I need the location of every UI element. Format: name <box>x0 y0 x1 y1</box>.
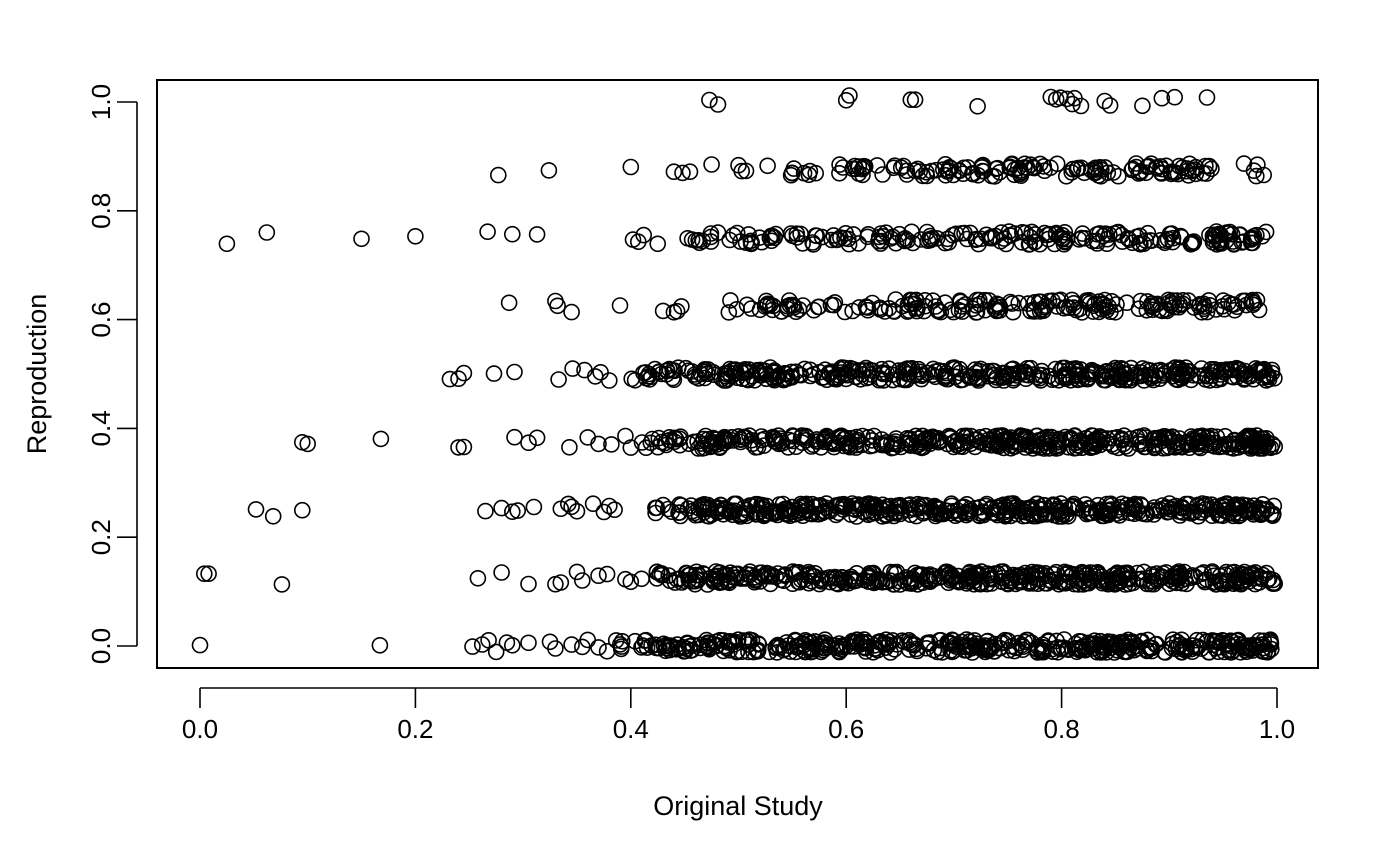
data-point <box>841 87 858 104</box>
data-point <box>629 233 647 250</box>
data-point <box>552 574 570 591</box>
data-point <box>503 636 521 654</box>
data-point <box>633 570 650 588</box>
x-tick-label: 0.4 <box>613 714 649 744</box>
data-point <box>563 303 580 321</box>
data-point <box>506 363 523 381</box>
data-point <box>703 156 720 173</box>
x-tick-label: 0.2 <box>397 714 433 744</box>
x-tick-label: 1.0 <box>1259 714 1295 744</box>
data-point <box>540 162 558 179</box>
data-point <box>568 563 586 581</box>
data-point <box>600 372 618 389</box>
data-point <box>247 501 265 518</box>
data-point <box>622 158 640 176</box>
data-point <box>606 501 623 519</box>
data-point <box>371 636 389 654</box>
data-point <box>299 435 317 453</box>
data-point <box>520 634 537 652</box>
y-tick-label: 0.4 <box>86 410 116 446</box>
y-tick-label: 0.6 <box>86 302 116 338</box>
data-point <box>525 498 543 516</box>
data-point <box>701 91 718 109</box>
data-point <box>969 98 986 115</box>
data-point <box>573 572 591 589</box>
x-ticks: 0.0 0.2 0.4 0.6 0.8 1.0 <box>182 688 1295 744</box>
data-point <box>617 427 634 445</box>
data-point <box>372 430 390 448</box>
data-point <box>479 223 496 240</box>
x-tick-label: 0.8 <box>1044 714 1080 744</box>
y-tick-label: 0.2 <box>86 519 116 555</box>
data-point <box>493 499 510 517</box>
data-point <box>876 303 894 320</box>
data-point <box>218 235 236 253</box>
data-point <box>520 575 537 593</box>
data-point <box>506 428 523 446</box>
data-point <box>649 235 667 253</box>
data-point <box>493 564 510 581</box>
data-point <box>584 495 602 513</box>
data-point <box>441 370 459 388</box>
data-point <box>489 166 507 184</box>
data-point <box>590 639 607 656</box>
data-point <box>550 371 567 388</box>
data-point <box>611 297 629 314</box>
data-point <box>579 429 597 446</box>
y-tick-label: 0.0 <box>86 628 116 664</box>
data-point <box>563 636 580 653</box>
data-point <box>485 365 503 382</box>
y-tick-label: 0.8 <box>86 193 116 229</box>
data-point <box>477 502 494 520</box>
y-ticks: 0.0 0.2 0.4 0.6 0.8 1.0 <box>86 84 137 664</box>
data-point <box>264 507 282 525</box>
data-point <box>273 576 291 593</box>
y-tick-label: 1.0 <box>86 84 116 120</box>
data-point <box>1198 89 1216 106</box>
y-axis-title: Reproduction <box>22 294 52 455</box>
data-point <box>709 96 727 113</box>
data-point <box>520 434 537 452</box>
x-tick-label: 0.6 <box>828 714 864 744</box>
data-point <box>353 230 370 248</box>
data-point <box>837 92 855 109</box>
data-point <box>885 302 903 320</box>
x-axis-title: Original Study <box>653 791 823 821</box>
data-point <box>759 157 776 175</box>
data-point <box>598 565 616 583</box>
data-point <box>622 573 640 591</box>
data-point <box>528 429 546 447</box>
data-point <box>464 638 481 655</box>
data-point <box>561 438 578 456</box>
data-point <box>528 226 546 243</box>
data-point <box>549 297 566 315</box>
data-point <box>469 569 487 587</box>
scatter-chart: 0.0 0.2 0.4 0.6 0.8 1.0 0.0 0.2 0.4 0.6 0.8 1.0 Or… <box>22 79 1319 821</box>
data-point <box>1110 167 1127 185</box>
data-point <box>1118 294 1136 312</box>
data-point <box>293 501 311 519</box>
data-point <box>191 636 209 654</box>
data-point <box>831 156 848 173</box>
data-point <box>500 294 518 312</box>
data-point <box>1134 97 1151 115</box>
x-tick-label: 0.0 <box>182 714 218 744</box>
data-point <box>258 224 276 241</box>
data-point <box>503 225 521 243</box>
data-point <box>407 228 424 245</box>
data-points <box>191 87 1283 661</box>
